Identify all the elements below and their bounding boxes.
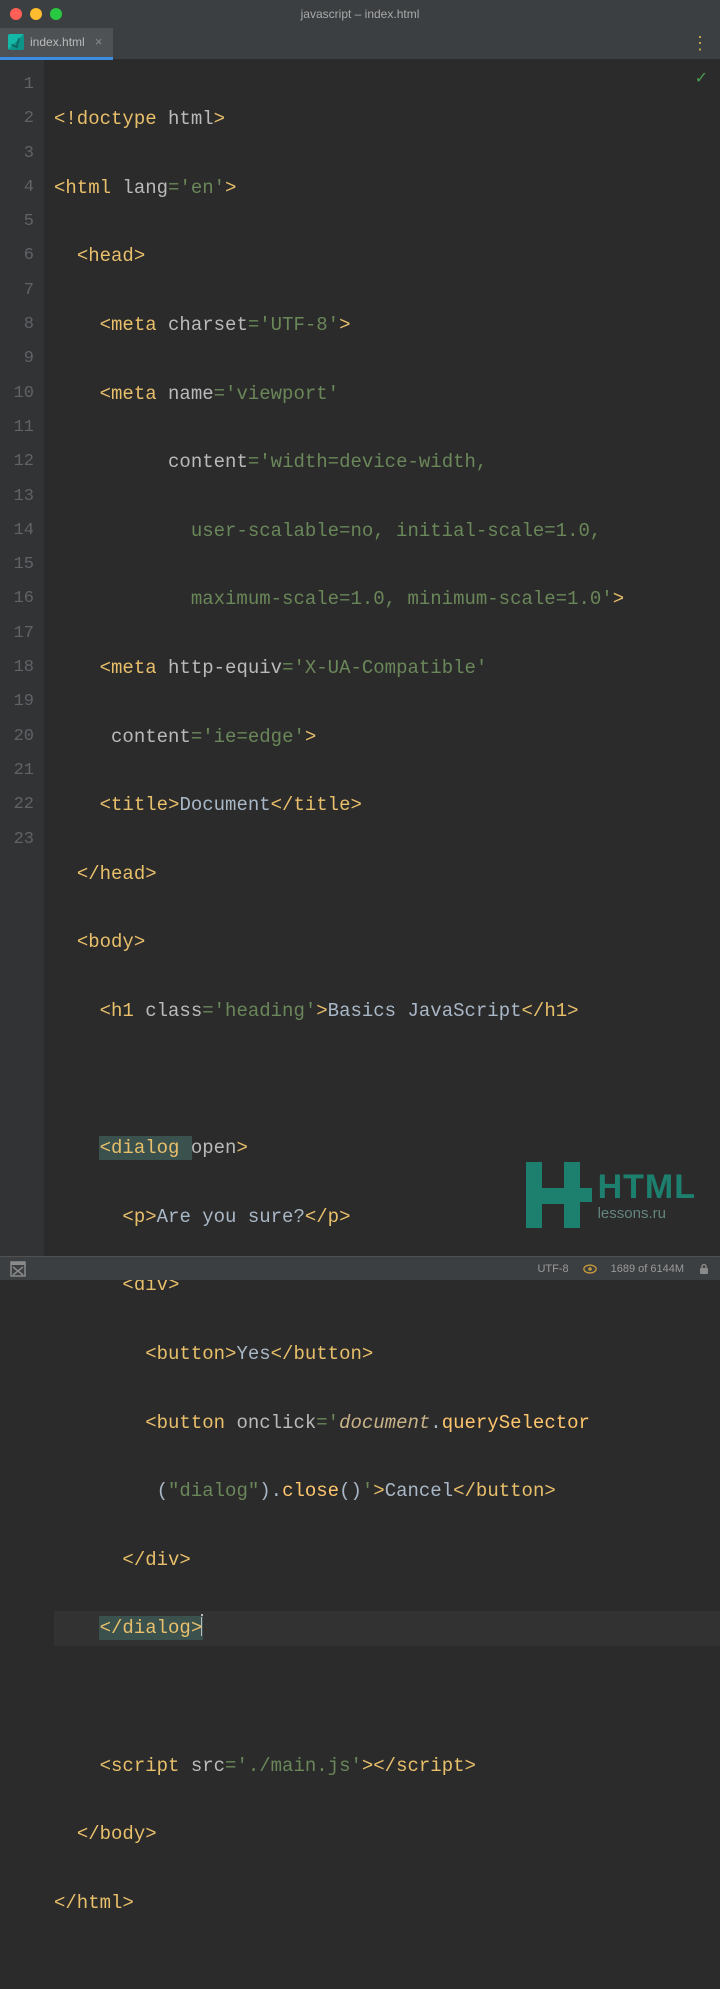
window-titlebar: javascript – index.html	[0, 0, 720, 28]
more-options-icon[interactable]: ⋮	[679, 33, 720, 55]
lock-icon[interactable]	[698, 1263, 710, 1275]
status-bar: UTF-8 1689 of 6144M	[0, 1256, 720, 1280]
close-icon[interactable]: ×	[95, 35, 103, 50]
code-editor[interactable]: ✓ 123 456 789 101112 131415 161718 19202…	[0, 60, 720, 1256]
code-area[interactable]: <!doctype html> <html lang='en'> <head> …	[44, 60, 720, 1256]
inspection-ok-icon[interactable]: ✓	[695, 68, 708, 88]
watermark-logo: HTML lessons.ru	[520, 1162, 696, 1228]
window-maximize-button[interactable]	[50, 8, 62, 20]
h-logo-icon	[520, 1162, 586, 1228]
window-title: javascript – index.html	[301, 7, 420, 21]
window-minimize-button[interactable]	[30, 8, 42, 20]
tool-window-icon[interactable]	[10, 1261, 26, 1277]
status-encoding[interactable]: UTF-8	[537, 1263, 568, 1275]
line-number-gutter: 123 456 789 101112 131415 161718 192021 …	[0, 60, 44, 1256]
status-memory[interactable]: 1689 of 6144M	[611, 1263, 684, 1275]
html-file-icon	[8, 34, 24, 50]
watermark-title: HTML	[598, 1168, 696, 1207]
inspection-eye-icon[interactable]	[583, 1262, 597, 1276]
text-caret	[201, 1614, 203, 1636]
editor-tab-bar: index.html × ⋮	[0, 28, 720, 60]
tab-index-html[interactable]: index.html ×	[0, 28, 113, 60]
tab-label: index.html	[30, 35, 85, 49]
watermark-subtitle: lessons.ru	[598, 1205, 696, 1222]
window-close-button[interactable]	[10, 8, 22, 20]
